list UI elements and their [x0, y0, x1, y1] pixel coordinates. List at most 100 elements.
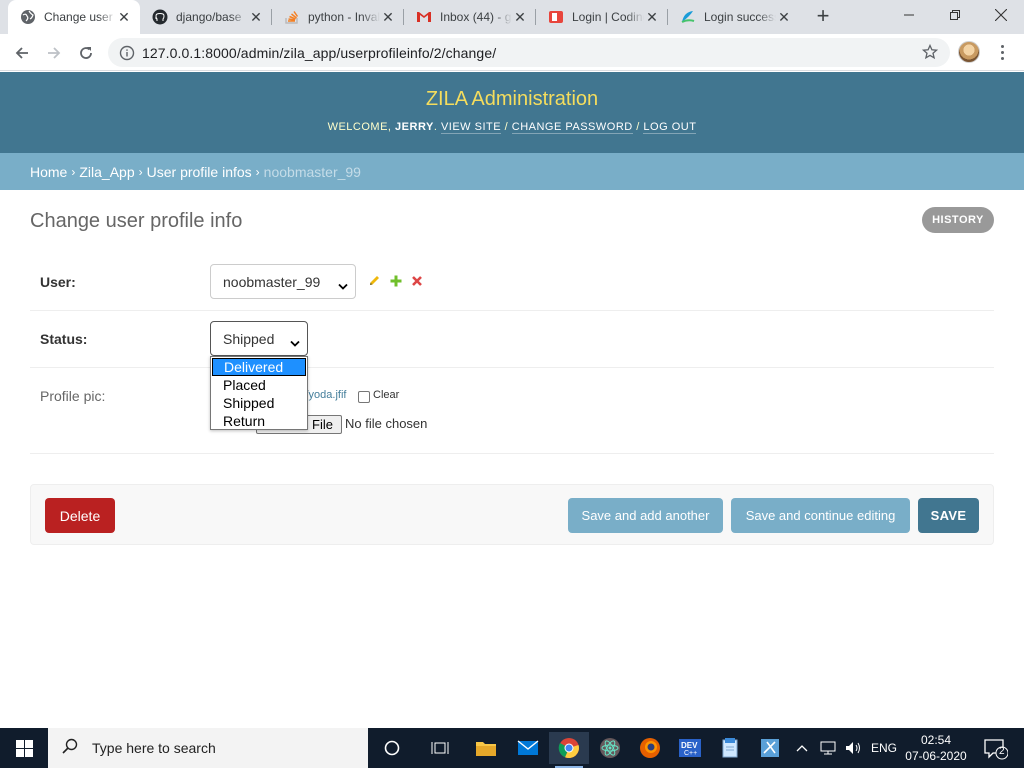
svg-text:C++: C++ [684, 750, 697, 757]
tab-login-success[interactable]: Login success ✕ [668, 0, 800, 34]
save-button[interactable]: SAVE [918, 498, 979, 533]
status-option-return[interactable]: Return [211, 412, 307, 430]
clear-checkbox[interactable] [358, 391, 370, 403]
forward-icon[interactable] [40, 39, 68, 67]
tab-close-icon[interactable]: ✕ [380, 9, 396, 25]
windows-taskbar: Type here to search DEV C++ ENG 02:54 07-… [0, 728, 1024, 768]
tab-close-icon[interactable]: ✕ [116, 9, 132, 25]
tab-title: python - Invalid [308, 10, 380, 24]
reload-icon[interactable] [72, 39, 100, 67]
delete-button[interactable]: Delete [45, 498, 115, 533]
tab-title: Inbox (44) - gmail [440, 10, 512, 24]
breadcrumb-separator: › [138, 164, 143, 179]
snipping-tool-icon[interactable] [750, 732, 790, 764]
tab-close-icon[interactable]: ✕ [776, 9, 792, 25]
coding-icon [548, 9, 564, 25]
user-select[interactable]: noobmaster_99 [210, 264, 356, 299]
site-info-icon[interactable] [119, 45, 135, 61]
user-tools: Welcome, Jerry. View site / Change passw… [327, 121, 697, 134]
tab-django-base[interactable]: django/base ✕ [140, 0, 272, 34]
notepad-icon[interactable] [710, 732, 750, 764]
view-site-link[interactable]: View site [440, 121, 502, 134]
form-row-user: User: [30, 254, 994, 311]
breadcrumb-model[interactable]: User profile infos [147, 164, 252, 180]
welcome-text: Welcome, [327, 121, 392, 133]
status-option-shipped[interactable]: Shipped [211, 394, 307, 412]
devcpp-icon[interactable]: DEV C++ [670, 732, 710, 764]
taskbar-search-input[interactable]: Type here to search [48, 728, 368, 768]
tab-change-user-profile[interactable]: Change user profile info ✕ [8, 0, 140, 34]
github-icon [152, 9, 168, 25]
related-widget-links [368, 274, 423, 292]
breadcrumb-separator: › [255, 164, 260, 179]
site-title[interactable]: ZILA Administration [0, 88, 1024, 111]
history-button[interactable]: History [922, 207, 994, 233]
status-dropdown-list: Delivered Placed Shipped Return [210, 356, 308, 430]
page-title: Change user profile info [30, 210, 243, 232]
minimize-icon[interactable] [886, 0, 932, 30]
firefox-icon[interactable] [630, 732, 670, 764]
tab-python-invalid[interactable]: python - Invalid ✕ [272, 0, 404, 34]
delete-x-icon[interactable] [411, 274, 423, 292]
action-center-icon[interactable]: 2 [984, 738, 1009, 765]
profile-avatar[interactable] [958, 41, 980, 63]
user-select-value: noobmaster_99 [223, 273, 321, 290]
status-option-delivered[interactable]: Delivered [212, 358, 306, 376]
windows-start-icon[interactable] [0, 728, 48, 768]
url-text: 127.0.0.1:8000/admin/zila_app/userprofil… [142, 44, 497, 61]
tab-close-icon[interactable]: ✕ [248, 9, 264, 25]
tab-gmail-inbox[interactable]: Inbox (44) - gmail ✕ [404, 0, 536, 34]
back-icon[interactable] [8, 39, 36, 67]
save-continue-button[interactable]: Save and continue editing [731, 498, 910, 533]
tab-login-coding[interactable]: Login | Coding ✕ [536, 0, 668, 34]
breadcrumb-app[interactable]: Zila_App [79, 164, 134, 180]
atom-icon[interactable] [590, 732, 630, 764]
user-label: User: [40, 274, 76, 290]
search-placeholder: Type here to search [92, 740, 216, 756]
language-indicator[interactable]: ENG [871, 728, 897, 768]
tab-title: Login success [704, 10, 776, 24]
status-option-placed[interactable]: Placed [211, 376, 307, 394]
bookmark-star-icon[interactable] [921, 43, 939, 65]
restore-icon[interactable] [932, 0, 978, 30]
file-explorer-icon[interactable] [466, 732, 506, 764]
new-tab-button[interactable]: + [810, 5, 836, 29]
address-bar[interactable]: 127.0.0.1:8000/admin/zila_app/userprofil… [108, 38, 950, 67]
chrome-icon[interactable] [549, 732, 589, 768]
chevron-down-icon [338, 278, 348, 294]
task-view-icon[interactable] [420, 732, 460, 764]
browser-tab-strip: Change user profile info ✕ django/base ✕… [0, 0, 1024, 34]
form-row-profile-pic: Profile pic: [30, 368, 994, 454]
tab-title: Change user profile info [44, 10, 116, 24]
breadcrumb-home[interactable]: Home [30, 164, 67, 180]
clear-label: Clear [373, 389, 400, 401]
show-hidden-icons-icon[interactable] [796, 728, 808, 768]
status-select-value: Shipped [223, 330, 275, 347]
tab-close-icon[interactable]: ✕ [644, 9, 660, 25]
breadcrumb-separator: › [71, 164, 76, 179]
admin-header: ZILA Administration Welcome, Jerry. View… [0, 72, 1024, 153]
edit-pencil-icon[interactable] [368, 274, 381, 292]
taskbar-clock[interactable]: 02:54 07-06-2020 [896, 732, 976, 764]
no-file-chosen-text: No file chosen [345, 416, 428, 431]
close-window-icon[interactable] [978, 0, 1024, 30]
log-out-link[interactable]: Log out [643, 121, 697, 134]
clock-time: 02:54 [920, 733, 952, 747]
status-select[interactable]: Shipped [210, 321, 308, 356]
chevron-down-icon [290, 335, 300, 351]
cortana-icon[interactable] [372, 732, 412, 764]
browser-toolbar: 127.0.0.1:8000/admin/zila_app/userprofil… [0, 34, 1024, 71]
volume-icon[interactable] [845, 728, 863, 768]
kite-icon [680, 9, 696, 25]
change-password-link[interactable]: Change password [511, 121, 633, 134]
save-add-another-button[interactable]: Save and add another [568, 498, 723, 533]
mail-icon[interactable] [508, 732, 548, 764]
network-icon[interactable] [820, 728, 838, 768]
tab-title: Login | Coding [572, 10, 644, 24]
tab-close-icon[interactable]: ✕ [512, 9, 528, 25]
svg-text:DEV: DEV [681, 741, 698, 750]
status-label: Status: [40, 331, 88, 347]
browser-menu-icon[interactable] [994, 41, 1010, 63]
form-row-status: Status: [30, 311, 994, 368]
add-plus-icon[interactable] [390, 274, 402, 292]
